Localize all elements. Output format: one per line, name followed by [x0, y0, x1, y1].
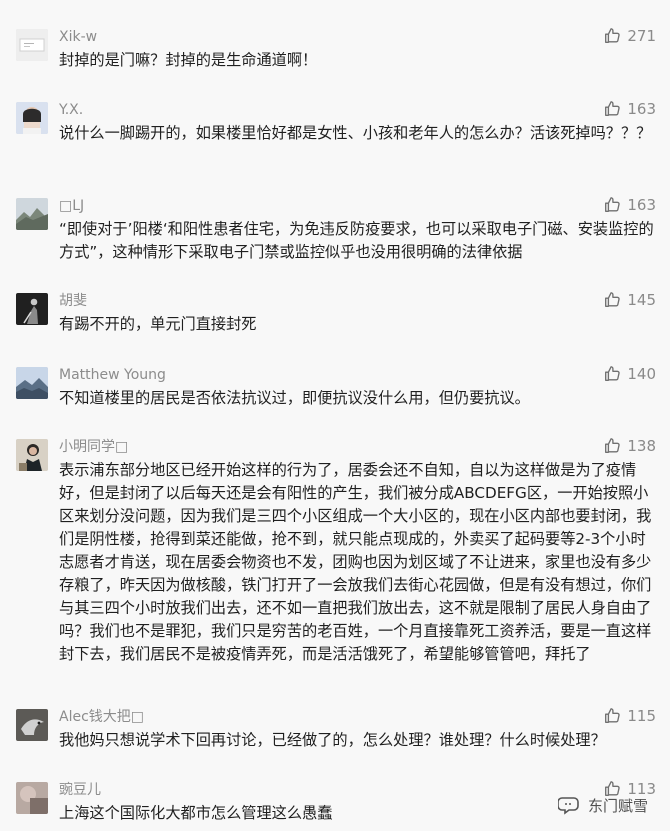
like-count: 271 — [627, 27, 656, 45]
like-button[interactable]: 140 — [603, 364, 656, 384]
comment-text: 表示浦东部分地区已经开始这样的行为了，居委会还不自知，自以为这样做是为了疫情好，… — [59, 461, 652, 663]
comment-text: 不知道楼里的居民是否依法抗议过，即便抗议没什么用，但仍要抗议。 — [59, 389, 530, 407]
thumbs-up-icon — [603, 196, 621, 214]
dark-figure-avatar-icon[interactable] — [16, 293, 48, 325]
like-count: 140 — [627, 365, 656, 383]
thumbs-up-icon — [603, 437, 621, 455]
comment-user-name[interactable]: Xik-w — [59, 27, 97, 47]
comment-text: 封掉的是门嘛？封掉的是生命通道啊！ — [59, 51, 318, 69]
like-count: 115 — [627, 707, 656, 725]
comment-text: 有踢不开的，单元门直接封死 — [59, 315, 257, 333]
girl-avatar-icon[interactable] — [16, 102, 48, 134]
person-avatar-icon[interactable] — [16, 439, 48, 471]
chat-bubble-icon — [557, 793, 582, 817]
like-button[interactable]: 138 — [603, 436, 656, 456]
comment-user-name[interactable]: 胡斐 — [59, 291, 87, 311]
comment-user-name[interactable]: □LJ — [59, 196, 84, 216]
like-count: 163 — [627, 100, 656, 118]
comment-user-name[interactable]: 小明同学□ — [59, 437, 128, 457]
comment-user-name[interactable]: 豌豆儿 — [59, 780, 101, 800]
like-count: 138 — [627, 437, 656, 455]
thumbs-up-icon — [603, 291, 621, 309]
comment-text: 我他妈只想说学术下回再讨论，已经做了的，怎么处理？谁处理？什么时候处理？ — [59, 731, 606, 749]
comment-user-name[interactable]: Alec钱大把□ — [59, 707, 144, 727]
thumbs-up-icon — [603, 27, 621, 45]
thumbs-up-icon — [603, 707, 621, 725]
thumbs-up-icon — [603, 100, 621, 118]
blurred-avatar-icon[interactable] — [16, 782, 48, 814]
like-button[interactable]: 271 — [603, 26, 656, 46]
watermark-text: 东门赋雪 — [587, 796, 648, 815]
bird-avatar-icon[interactable] — [16, 709, 48, 741]
comment-list-page: Xik-w 271 封掉的是门嘛？封掉的是生命通道啊！ Y.X. 163 说什么… — [0, 0, 670, 831]
mountain-avatar-icon[interactable] — [16, 198, 48, 230]
comment-text: 说什么一脚踢开的，如果楼里恰好都是女性、小孩和老年人的怎么办？活该死掉吗？？？ — [59, 124, 652, 142]
comment-text: “即使对于’阳楼‘和阳性患者住宅，为免违反防疫要求，也可以采取电子门磁、安装监控… — [59, 220, 654, 261]
like-button[interactable]: 163 — [603, 99, 656, 119]
like-button[interactable]: 163 — [603, 195, 656, 215]
white-card-icon[interactable] — [16, 29, 48, 61]
watermark: 东门赋雪 — [557, 793, 648, 817]
like-count: 163 — [627, 196, 656, 214]
landscape-avatar-icon[interactable] — [16, 367, 48, 399]
comment-user-name[interactable]: Y.X. — [59, 100, 83, 120]
like-count: 145 — [627, 291, 656, 309]
comment-user-name[interactable]: Matthew Young — [59, 365, 166, 385]
thumbs-up-icon — [603, 365, 621, 383]
like-button[interactable]: 115 — [603, 706, 656, 726]
like-button[interactable]: 145 — [603, 290, 656, 310]
